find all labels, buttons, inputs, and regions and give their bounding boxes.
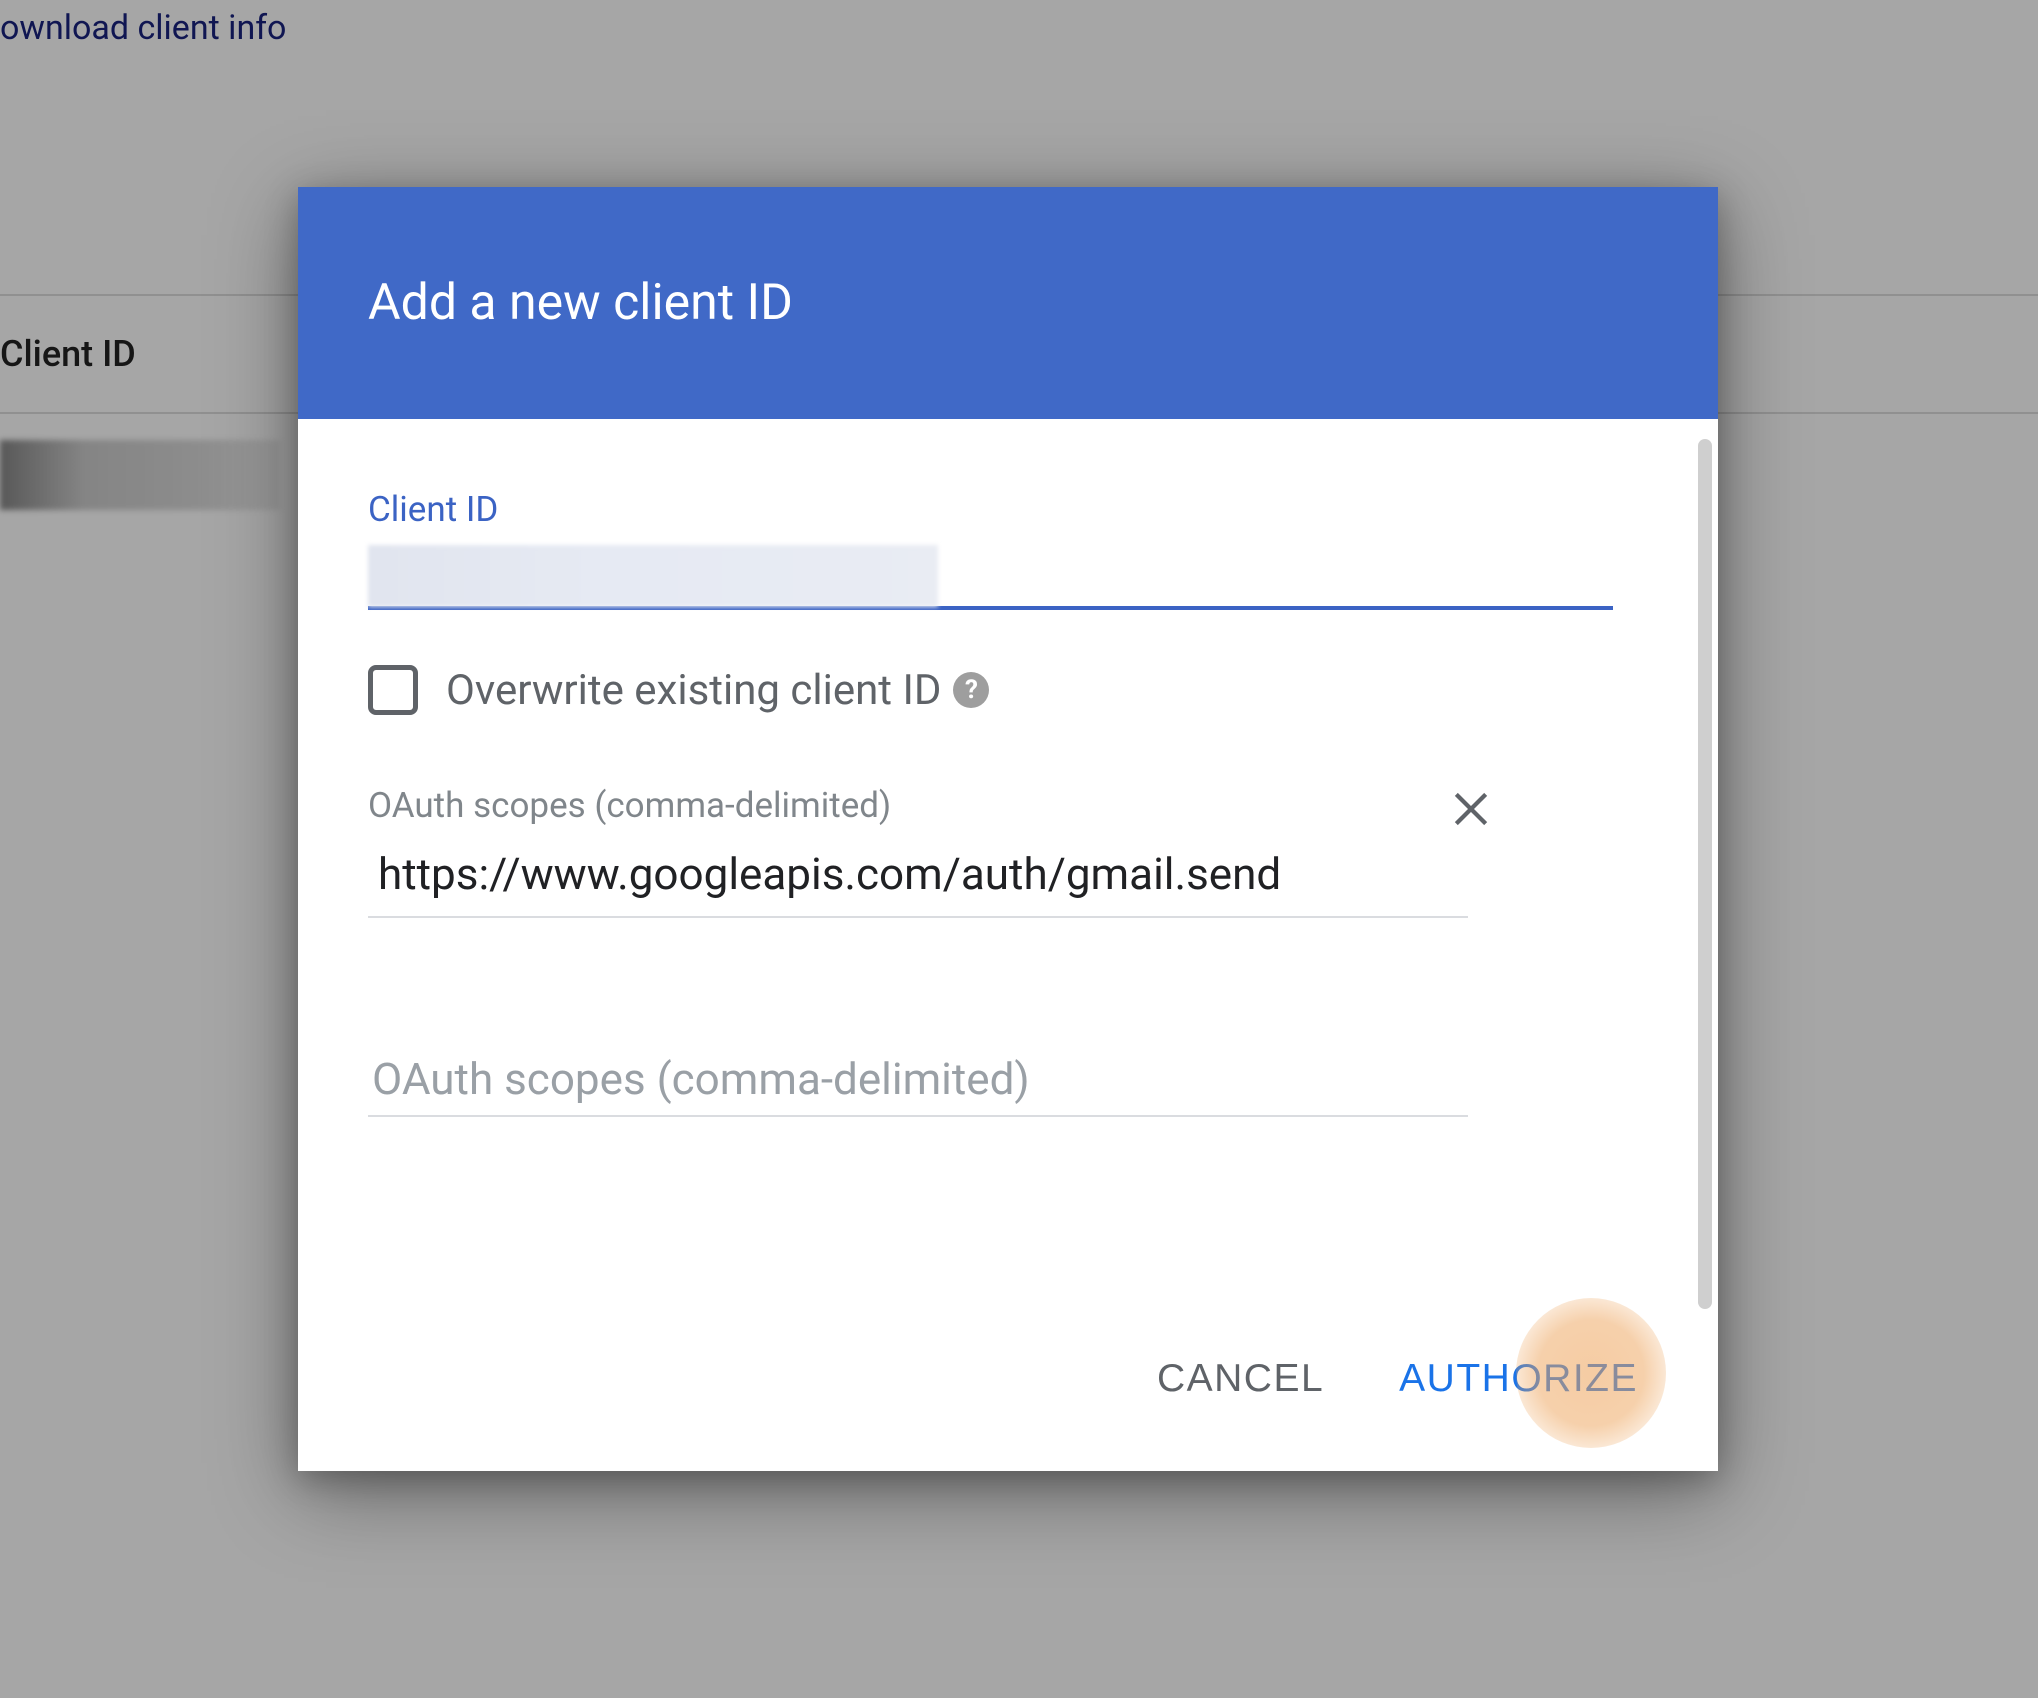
- dialog-header: Add a new client ID: [298, 187, 1718, 419]
- dialog-title: Add a new client ID: [368, 274, 793, 332]
- add-client-id-dialog: Add a new client ID Client ID Overwrite …: [298, 187, 1718, 1471]
- overwrite-checkbox-label: Overwrite existing client ID ?: [446, 666, 989, 715]
- oauth-scopes-value: https://www.googleapis.com/auth/gmail.se…: [378, 848, 1281, 900]
- cancel-button[interactable]: CANCEL: [1157, 1347, 1324, 1411]
- authorize-button[interactable]: AUTHORIZE: [1399, 1347, 1638, 1411]
- dialog-footer: CANCEL AUTHORIZE: [298, 1347, 1718, 1471]
- oauth-scopes-header-row: OAuth scopes (comma-delimited): [368, 785, 1583, 848]
- overwrite-checkbox-row: Overwrite existing client ID ?: [368, 665, 1623, 715]
- oauth-scopes-input-filled[interactable]: https://www.googleapis.com/auth/gmail.se…: [368, 848, 1468, 918]
- oauth-scopes-input-empty[interactable]: OAuth scopes (comma-delimited): [368, 1053, 1468, 1117]
- oauth-scopes-placeholder: OAuth scopes (comma-delimited): [372, 1053, 1030, 1105]
- client-id-input[interactable]: [368, 545, 1613, 610]
- scrollbar[interactable]: [1698, 439, 1712, 1309]
- oauth-scopes-label: OAuth scopes (comma-delimited): [368, 785, 891, 826]
- client-id-value-redacted: [368, 545, 938, 607]
- overwrite-checkbox[interactable]: [368, 665, 418, 715]
- oauth-scopes-section: OAuth scopes (comma-delimited) https://w…: [368, 785, 1623, 918]
- dialog-body: Client ID Overwrite existing client ID ?…: [298, 419, 1718, 1347]
- client-id-label: Client ID: [368, 489, 1623, 530]
- overwrite-label-text: Overwrite existing client ID: [446, 666, 941, 715]
- help-icon[interactable]: ?: [953, 672, 989, 708]
- close-icon[interactable]: [1449, 787, 1493, 840]
